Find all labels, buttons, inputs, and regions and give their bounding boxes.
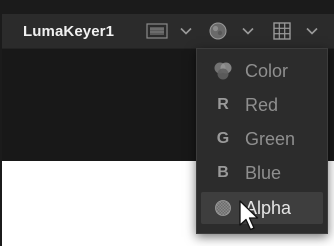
channel-ball-icon[interactable]: [206, 20, 230, 42]
menu-item-green[interactable]: G Green: [201, 123, 323, 155]
menu-item-label: Red: [245, 94, 279, 115]
menu-item-red[interactable]: R Red: [201, 89, 323, 121]
menu-item-label: Blue: [245, 162, 282, 183]
channel-dropdown-menu: Color R Red G Green B Blue Alpha: [196, 48, 328, 234]
menu-item-color[interactable]: Color: [201, 55, 323, 87]
checker-swatch-icon[interactable]: [144, 20, 170, 42]
grid-icon[interactable]: [270, 20, 294, 42]
menu-item-label: Green: [245, 128, 296, 149]
chevron-down-icon[interactable]: [306, 27, 318, 35]
red-channel-icon: R: [217, 96, 229, 113]
color-channels-icon: [211, 59, 235, 83]
menu-item-label: Color: [245, 60, 289, 81]
menu-item-alpha[interactable]: Alpha: [201, 192, 323, 224]
menu-item-blue[interactable]: B Blue: [201, 157, 323, 189]
alpha-channel-icon: [211, 196, 235, 220]
blue-channel-icon: B: [217, 164, 229, 181]
node-title: LumaKeyer1: [23, 23, 115, 40]
viewer-toolbar: LumaKeyer1: [2, 14, 334, 49]
chevron-down-icon[interactable]: [180, 27, 192, 35]
viewer-panel: LumaKeyer1 Color R Red G Green B Blue Al…: [0, 0, 334, 246]
mouse-pointer-icon: [239, 200, 259, 231]
chevron-down-icon[interactable]: [242, 27, 254, 35]
green-channel-icon: G: [216, 130, 230, 147]
